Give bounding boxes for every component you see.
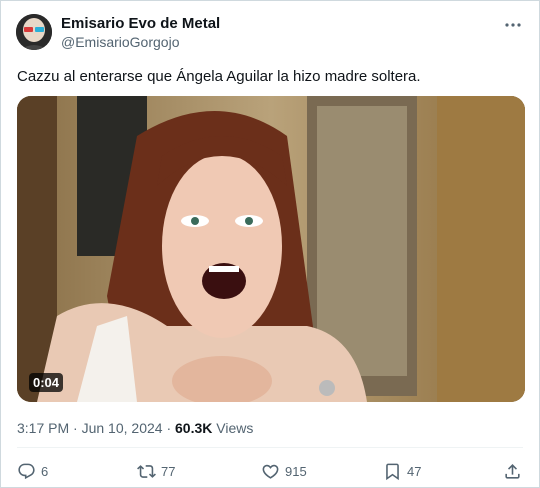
author-name[interactable]: Emisario Evo de Metal	[61, 15, 220, 33]
like-icon	[262, 464, 279, 479]
meta-separator: ·	[166, 420, 176, 436]
views-label: Views	[216, 420, 254, 436]
share-icon	[505, 463, 520, 479]
divider	[17, 447, 523, 448]
share-button[interactable]	[503, 459, 522, 483]
repost-count: 77	[161, 463, 176, 479]
action-bar: 6 77 915 47	[17, 459, 525, 483]
meta-separator: ·	[73, 420, 82, 436]
repost-button[interactable]: 77	[137, 459, 175, 483]
video-duration: 0:04	[29, 373, 64, 392]
tweet-card: Emisario Evo de Metal @EmisarioGorgojo C…	[0, 0, 540, 488]
tweet-text: Cazzu al enterarse que Ángela Aguilar la…	[17, 68, 421, 85]
bookmark-icon	[386, 463, 399, 480]
video-thumbnail[interactable]	[17, 96, 525, 402]
like-count: 915	[285, 463, 307, 479]
tweet-meta: 3:17 PM · Jun 10, 2024 · 60.3K Views	[17, 419, 253, 437]
bookmark-count: 47	[407, 463, 422, 479]
reply-button[interactable]: 6	[17, 459, 48, 483]
reply-count: 6	[41, 463, 49, 479]
post-time[interactable]: 3:17 PM	[17, 420, 69, 436]
views-count: 60.3K	[175, 420, 213, 436]
avatar[interactable]	[16, 14, 52, 50]
author-block[interactable]: Emisario Evo de Metal @EmisarioGorgojo	[61, 15, 220, 51]
post-date[interactable]: Jun 10, 2024	[82, 420, 163, 436]
like-button[interactable]: 915	[261, 459, 307, 483]
author-handle[interactable]: @EmisarioGorgojo	[61, 33, 220, 51]
repost-icon	[137, 464, 156, 478]
bookmark-button[interactable]: 47	[383, 459, 421, 483]
more-icon[interactable]	[503, 15, 523, 35]
reply-icon	[18, 463, 35, 479]
